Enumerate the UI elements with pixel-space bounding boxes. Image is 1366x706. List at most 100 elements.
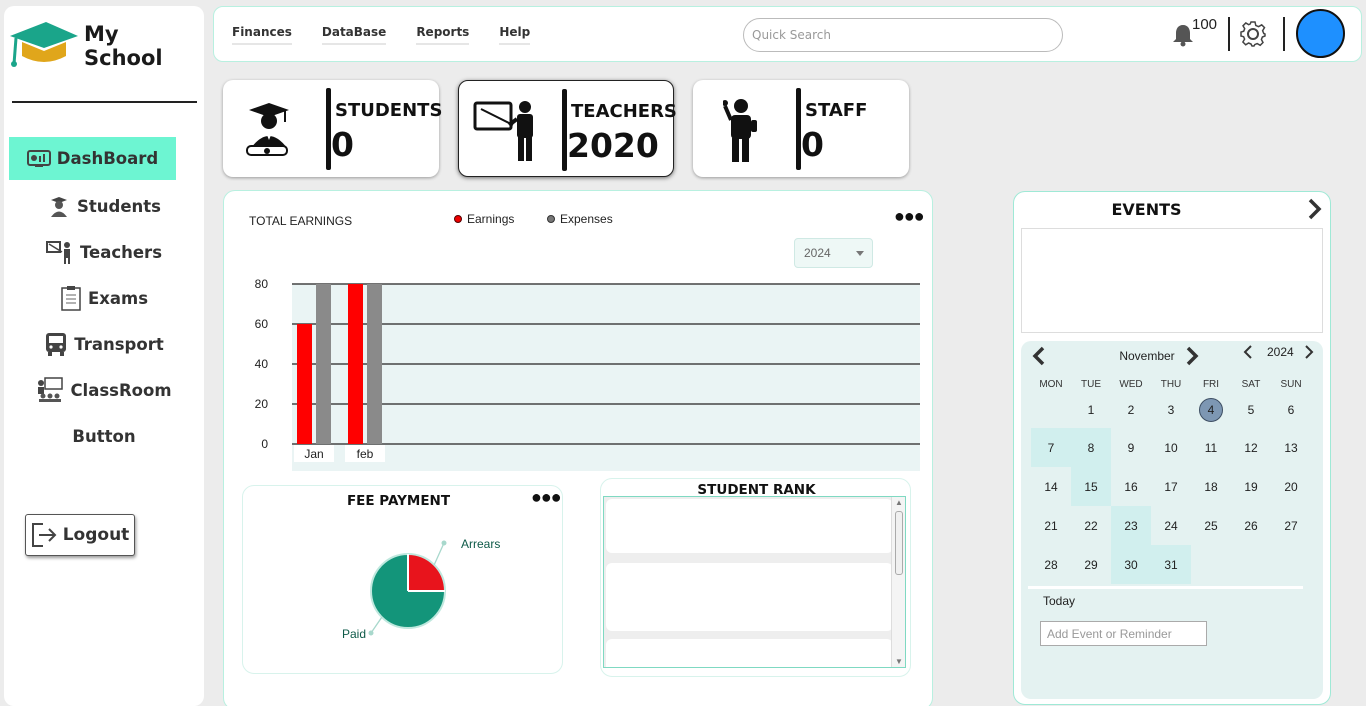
leader-dot bbox=[368, 630, 374, 636]
calendar-day[interactable]: 21 bbox=[1031, 506, 1071, 545]
sidebar-item-classroom[interactable]: ClassRoom bbox=[4, 367, 204, 413]
student-rank-list[interactable]: ▲ ▼ bbox=[603, 496, 906, 668]
sidebar-item-label: Button bbox=[72, 426, 136, 446]
calendar-day[interactable]: 14 bbox=[1031, 467, 1071, 506]
stat-label: STUDENTS bbox=[335, 100, 443, 121]
gear-icon[interactable] bbox=[1239, 20, 1267, 53]
calendar-day[interactable]: 28 bbox=[1031, 545, 1071, 584]
prev-month-icon[interactable] bbox=[1031, 345, 1047, 372]
divider bbox=[1283, 17, 1285, 51]
sidebar-item-teachers[interactable]: Teachers bbox=[4, 229, 204, 275]
bell-icon[interactable] bbox=[1172, 23, 1194, 52]
stat-value: 0 bbox=[801, 125, 824, 164]
today-button[interactable]: Today bbox=[1043, 594, 1075, 608]
sidebar-item-button[interactable]: Button bbox=[4, 413, 204, 459]
calendar-day[interactable]: 11 bbox=[1191, 428, 1231, 467]
app-title: My School bbox=[84, 21, 163, 70]
calendar-day[interactable]: 31 bbox=[1151, 545, 1191, 584]
calendar-day[interactable]: 15 bbox=[1071, 467, 1111, 506]
sidebar-item-students[interactable]: Students bbox=[4, 183, 204, 229]
calendar-day[interactable]: 13 bbox=[1271, 428, 1311, 467]
calendar-day[interactable]: 5 bbox=[1231, 390, 1271, 429]
bar-expenses bbox=[316, 284, 331, 444]
calendar-day[interactable]: 1 bbox=[1071, 390, 1111, 429]
stat-card-teachers[interactable]: TEACHERS 2020 bbox=[458, 80, 677, 177]
more-options-icon[interactable]: ●●● bbox=[894, 207, 925, 225]
scrollbar-thumb[interactable] bbox=[895, 511, 903, 575]
next-year-icon[interactable] bbox=[1304, 344, 1314, 365]
list-item[interactable] bbox=[606, 639, 893, 667]
calendar-day[interactable]: 24 bbox=[1151, 506, 1191, 545]
calendar-day[interactable]: 18 bbox=[1191, 467, 1231, 506]
calendar-day[interactable]: 26 bbox=[1231, 506, 1271, 545]
sidebar: My School DashBoard Students Teachers Ex… bbox=[4, 6, 204, 706]
leader-dot bbox=[441, 540, 447, 546]
weekday-label: SAT bbox=[1241, 379, 1261, 390]
calendar-day[interactable]: 8 bbox=[1071, 428, 1111, 467]
calendar: November 2024 Today MONTUEWEDTHUFRISATSU… bbox=[1021, 341, 1323, 699]
calendar-day[interactable]: 12 bbox=[1231, 428, 1271, 467]
top-menu: Finances DataBase Reports Help bbox=[232, 25, 560, 45]
events-list bbox=[1021, 228, 1323, 333]
calendar-day[interactable]: 16 bbox=[1111, 467, 1151, 506]
x-tick-label: Jan bbox=[304, 447, 323, 461]
scroll-down-icon[interactable]: ▼ bbox=[895, 657, 903, 666]
stat-card-staff[interactable]: STAFF 0 bbox=[693, 80, 909, 177]
calendar-day[interactable]: 10 bbox=[1151, 428, 1191, 467]
logout-button[interactable]: Logout bbox=[25, 514, 135, 556]
bar-earnings bbox=[297, 324, 312, 444]
calendar-day[interactable]: 3 bbox=[1151, 390, 1191, 429]
fee-payment-panel: FEE PAYMENT ●●● Arrears Paid bbox=[242, 485, 563, 674]
stat-card-students[interactable]: STUDENTS 0 bbox=[223, 80, 443, 177]
stat-value: 2020 bbox=[567, 126, 659, 165]
legend-swatch bbox=[547, 215, 555, 223]
calendar-day[interactable]: 23 bbox=[1111, 506, 1151, 545]
teacher-icon bbox=[45, 240, 74, 264]
selected-day: 4 bbox=[1199, 397, 1223, 422]
sidebar-item-transport[interactable]: Transport bbox=[4, 321, 204, 367]
sidebar-item-dashboard[interactable]: DashBoard bbox=[9, 137, 176, 180]
bar-earnings bbox=[348, 284, 363, 444]
scrollbar[interactable]: ▲ ▼ bbox=[891, 497, 905, 667]
classroom-icon bbox=[36, 377, 64, 403]
calendar-day[interactable]: 4 bbox=[1191, 390, 1231, 429]
add-event-input[interactable] bbox=[1040, 621, 1207, 646]
teacher-board-icon bbox=[473, 99, 543, 168]
menu-reports[interactable]: Reports bbox=[416, 25, 470, 45]
calendar-day[interactable]: 22 bbox=[1071, 506, 1111, 545]
divider bbox=[1028, 586, 1303, 589]
calendar-day[interactable]: 17 bbox=[1151, 467, 1191, 506]
prev-year-icon[interactable] bbox=[1243, 344, 1253, 365]
y-tick-label: 80 bbox=[255, 277, 269, 291]
avatar[interactable] bbox=[1296, 9, 1345, 58]
pie-label: Paid bbox=[342, 627, 366, 641]
student-rank-panel: STUDENT RANK ▲ ▼ bbox=[600, 478, 911, 677]
chevron-right-icon[interactable] bbox=[1307, 197, 1323, 226]
year-select[interactable]: 2024 bbox=[794, 238, 873, 268]
weekday-label: MON bbox=[1039, 379, 1063, 390]
calendar-day[interactable]: 9 bbox=[1111, 428, 1151, 467]
next-month-icon[interactable] bbox=[1184, 345, 1200, 372]
y-tick-label: 40 bbox=[255, 357, 269, 371]
calendar-day[interactable]: 2 bbox=[1111, 390, 1151, 429]
scroll-up-icon[interactable]: ▲ bbox=[895, 498, 903, 507]
calendar-day[interactable]: 7 bbox=[1031, 428, 1071, 467]
y-tick-label: 0 bbox=[261, 437, 268, 451]
list-item[interactable] bbox=[606, 563, 893, 631]
calendar-day[interactable]: 19 bbox=[1231, 467, 1271, 506]
sidebar-item-exams[interactable]: Exams bbox=[4, 275, 204, 321]
more-options-icon[interactable]: ●●● bbox=[531, 488, 562, 506]
calendar-day[interactable]: 25 bbox=[1191, 506, 1231, 545]
search-input[interactable] bbox=[743, 18, 1063, 52]
divider bbox=[1228, 17, 1230, 51]
calendar-day[interactable]: 20 bbox=[1271, 467, 1311, 506]
menu-finances[interactable]: Finances bbox=[232, 25, 292, 45]
menu-help[interactable]: Help bbox=[499, 25, 531, 45]
legend-label: Expenses bbox=[560, 212, 613, 226]
menu-database[interactable]: DataBase bbox=[321, 25, 387, 45]
calendar-day[interactable]: 29 bbox=[1071, 545, 1111, 584]
list-item[interactable] bbox=[606, 499, 893, 553]
calendar-day[interactable]: 27 bbox=[1271, 506, 1311, 545]
calendar-day[interactable]: 6 bbox=[1271, 390, 1311, 429]
calendar-day[interactable]: 30 bbox=[1111, 545, 1151, 584]
